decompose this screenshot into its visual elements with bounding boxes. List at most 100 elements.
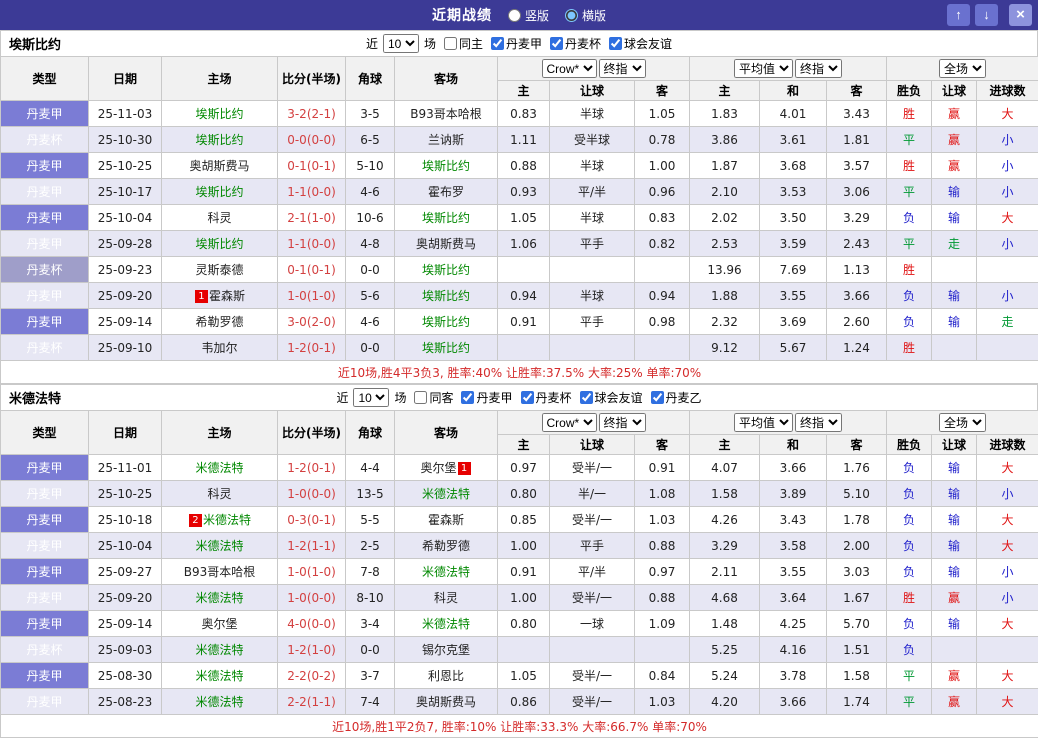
date-cell: 25-08-30 [89,663,162,689]
odds-home-cell: 0.91 [498,559,550,585]
handicap-cell: 受半球 [550,127,635,153]
avg-source-select[interactable]: 平均值 [734,413,793,432]
goals-cell: 大 [977,455,1038,481]
odds-away-cell: 0.88 [635,533,690,559]
scope-select[interactable]: 全场 [939,413,986,432]
filter-checkbox-input[interactable] [491,37,504,50]
corner-cell: 5-6 [346,283,395,309]
odds-home-cell: 0.88 [498,153,550,179]
filter-checkbox[interactable]: 丹麦甲 [461,389,512,406]
away-team-cell: 埃斯比约 [395,257,498,283]
filter-checkbox-input[interactable] [651,391,664,404]
filter-checkbox-input[interactable] [414,391,427,404]
match-row: 丹麦甲25-10-17埃斯比约1-1(0-0)4-6霍布罗0.93平/半0.96… [1,179,1038,205]
summary-row: 近10场,胜1平2负7, 胜率:10% 让胜率:33.3% 大率:66.7% 单… [1,715,1038,738]
handicap-cell [550,637,635,663]
handicap-cell: 半球 [550,205,635,231]
goals-cell: 大 [977,205,1038,231]
away-team-cell: 米德法特 [395,611,498,637]
odds-type-select[interactable]: 终指 [599,413,646,432]
odds-away-cell: 1.03 [635,507,690,533]
odds-source-select[interactable]: Crow* [542,59,597,78]
corner-cell: 0-0 [346,257,395,283]
scope-select[interactable]: 全场 [939,59,986,78]
league-cell: 丹麦杯 [1,127,89,153]
filter-checkbox[interactable]: 丹麦杯 [550,35,601,52]
handicap-result-cell: 赢 [932,663,977,689]
home-team-name: 米德法特 [195,461,243,475]
handicap-result-cell [932,257,977,283]
sub-column-header: 让球 [550,81,635,101]
vertical-radio-label: 竖版 [525,7,549,24]
match-row: 丹麦甲25-09-201霍森斯1-0(1-0)5-6埃斯比约0.94半球0.94… [1,283,1038,309]
filter-checkbox[interactable]: 球会友谊 [580,389,643,406]
avg-away-cell: 2.43 [827,231,887,257]
close-button[interactable]: × [1009,4,1032,26]
handicap-result-cell: 输 [932,559,977,585]
odds-away-cell: 0.94 [635,283,690,309]
score-cell: 0-1(0-1) [278,257,346,283]
games-label: 场 [424,35,436,52]
avg-home-cell: 1.88 [690,283,760,309]
away-team-name: 米德法特 [422,487,470,501]
away-team-name: 埃斯比约 [422,315,470,329]
avg-home-cell: 2.32 [690,309,760,335]
filter-checkbox-input[interactable] [580,391,593,404]
goals-cell: 大 [977,663,1038,689]
layout-option-horizontal[interactable]: 横版 [565,7,606,24]
handicap-cell: 平手 [550,231,635,257]
odds-home-cell: 0.93 [498,179,550,205]
sub-column-header: 和 [760,81,827,101]
recent-results-window: 近期战绩 竖版 横版 ↑ ↓ × 埃斯比约近10场同主丹麦甲丹麦杯球会友谊类型日… [0,0,1038,738]
recent-count-select[interactable]: 10 [353,388,389,407]
horizontal-radio-input[interactable] [565,9,578,22]
odds-away-cell: 0.88 [635,585,690,611]
filter-checkbox-input[interactable] [521,391,534,404]
move-up-button[interactable]: ↑ [947,4,970,26]
odds-source-select[interactable]: Crow* [542,413,597,432]
avg-type-select[interactable]: 终指 [795,413,842,432]
league-cell: 丹麦杯 [1,637,89,663]
handicap-cell: 平/半 [550,179,635,205]
layout-option-vertical[interactable]: 竖版 [508,7,549,24]
filter-checkbox[interactable]: 丹麦杯 [521,389,572,406]
odds-away-cell: 0.98 [635,309,690,335]
avg-home-cell: 2.53 [690,231,760,257]
result-cell: 胜 [887,257,932,283]
recent-count-select[interactable]: 10 [383,34,419,53]
odds-home-cell: 0.94 [498,283,550,309]
odds-away-cell: 0.83 [635,205,690,231]
avg-type-select[interactable]: 终指 [795,59,842,78]
avg-draw-cell: 3.66 [760,455,827,481]
odds-header-cell: Crow*终指 [498,411,690,435]
odds-type-select[interactable]: 终指 [599,59,646,78]
home-team-name: 希勒罗德 [195,315,243,329]
home-team-cell: 奥尔堡 [162,611,278,637]
vertical-radio-input[interactable] [508,9,521,22]
filter-checkbox[interactable]: 丹麦乙 [651,389,702,406]
handicap-result-cell: 输 [932,179,977,205]
column-header: 比分(半场) [278,57,346,101]
move-down-button[interactable]: ↓ [975,4,998,26]
avg-draw-cell: 3.55 [760,559,827,585]
home-team-cell: 韦加尔 [162,335,278,361]
avg-source-select[interactable]: 平均值 [734,59,793,78]
handicap-result-cell: 输 [932,455,977,481]
filter-checkbox[interactable]: 丹麦甲 [491,35,542,52]
filter-checkbox[interactable]: 同主 [444,35,483,52]
filter-checkbox-input[interactable] [461,391,474,404]
league-cell: 丹麦甲 [1,585,89,611]
away-team-name: 埃斯比约 [422,341,470,355]
filter-checkbox-input[interactable] [609,37,622,50]
home-team-cell: 2米德法特 [162,507,278,533]
odds-home-cell: 0.80 [498,611,550,637]
filter-checkbox-input[interactable] [444,37,457,50]
filter-checkbox[interactable]: 同客 [414,389,453,406]
handicap-result-cell [932,637,977,663]
handicap-result-cell: 赢 [932,153,977,179]
filter-checkbox[interactable]: 球会友谊 [609,35,672,52]
goals-cell: 小 [977,179,1038,205]
filter-checkbox-input[interactable] [550,37,563,50]
away-team-cell: B93哥本哈根 [395,101,498,127]
scope-header-cell: 全场 [887,57,1038,81]
